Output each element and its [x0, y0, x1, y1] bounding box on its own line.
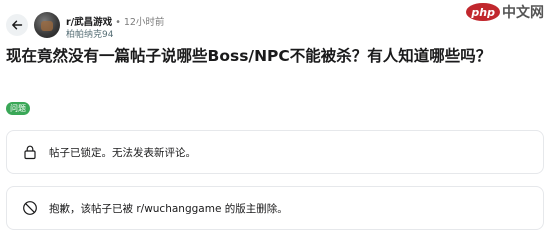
post-time: 12小时前: [123, 17, 165, 28]
meta-separator: •: [115, 17, 121, 28]
watermark-text: 中文网: [502, 5, 544, 21]
post-flair[interactable]: 问题: [6, 102, 30, 115]
post-meta: r/武昌游戏 • 12小时前: [66, 14, 164, 28]
watermark: php 中文网: [466, 2, 544, 22]
watermark-logo: php: [466, 3, 500, 21]
locked-notice: 帖子已锁定。无法发表新评论。: [6, 130, 544, 174]
lock-icon: [21, 143, 39, 161]
removed-notice: 抱歉，该帖子已被 r/wuchanggame 的版主删除。: [6, 186, 544, 230]
removed-notice-text: 抱歉，该帖子已被 r/wuchanggame 的版主删除。: [49, 202, 288, 215]
arrow-left-icon: [12, 20, 23, 30]
back-button[interactable]: [6, 14, 28, 36]
post-title: 现在竟然没有一篇帖子说哪些Boss/NPC不能被杀？有人知道哪些吗？: [6, 47, 492, 65]
prohibited-icon: [21, 199, 39, 217]
author-username[interactable]: 柏帕纳克94: [66, 27, 113, 40]
locked-notice-text: 帖子已锁定。无法发表新评论。: [49, 146, 196, 159]
community-avatar[interactable]: [34, 12, 60, 38]
